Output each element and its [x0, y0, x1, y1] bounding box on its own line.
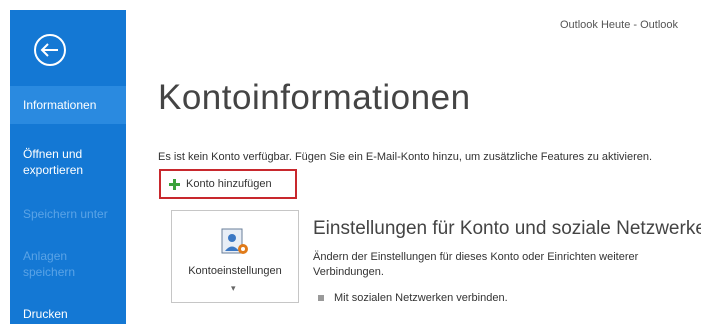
bullet-icon [318, 295, 324, 301]
add-account-label: Konto hinzufügen [186, 178, 272, 190]
connect-social-networks-link[interactable]: Mit sozialen Netzwerken verbinden. [318, 292, 508, 304]
plus-icon [169, 178, 180, 190]
account-settings-tile[interactable]: Kontoeinstellungen ▾ [171, 210, 299, 303]
back-button[interactable] [32, 32, 68, 68]
chevron-down-icon: ▾ [231, 283, 236, 293]
account-settings-heading: Einstellungen für Konto und soziale Netz… [313, 218, 701, 239]
account-settings-description: Ändern der Einstellungen für dieses Kont… [313, 251, 639, 278]
backstage-sidebar: Informationen Öffnen und exportieren Spe… [10, 10, 126, 324]
nav-speichern-unter[interactable]: Speichern unter [10, 206, 126, 222]
account-settings-icon [221, 228, 248, 254]
nav-anlagen-speichern[interactable]: Anlagen speichern [10, 248, 126, 280]
nav-oeffnen-exportieren[interactable]: Öffnen und exportieren [10, 146, 126, 178]
account-settings-label: Kontoeinstellungen [188, 265, 282, 277]
no-account-info-text: Es ist kein Konto verfügbar. Fügen Sie e… [158, 151, 653, 163]
page-title: Kontoinformationen [158, 78, 471, 117]
window-title: Outlook Heute - Outlook [560, 19, 679, 31]
connect-social-networks-label: Mit sozialen Netzwerken verbinden. [334, 292, 508, 304]
nav-informationen[interactable]: Informationen [10, 86, 126, 124]
add-account-button[interactable]: Konto hinzufügen [159, 169, 297, 199]
nav-drucken[interactable]: Drucken [10, 306, 126, 322]
back-arrow-icon [34, 34, 66, 66]
